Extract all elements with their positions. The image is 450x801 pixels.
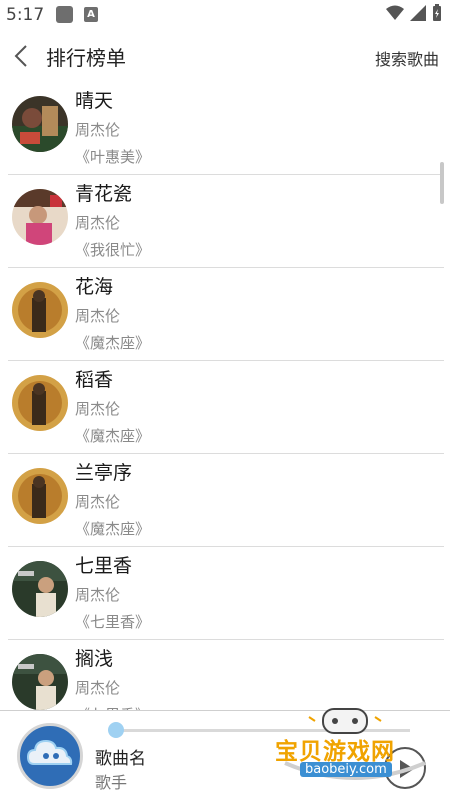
song-list-item[interactable]: 七里香 周杰伦 《七里香》 bbox=[0, 547, 450, 640]
song-artist: 周杰伦 bbox=[75, 121, 121, 139]
back-button[interactable] bbox=[10, 42, 36, 70]
scrollbar[interactable] bbox=[440, 162, 444, 204]
song-list-item[interactable]: 兰亭序 周杰伦 《魔杰座》 bbox=[0, 454, 450, 547]
cloud-music-icon bbox=[26, 739, 73, 765]
song-list-item[interactable]: 青花瓷 周杰伦 《我很忙》 bbox=[0, 175, 450, 268]
song-list-item[interactable]: 晴天 周杰伦 《叶惠美》 bbox=[0, 82, 450, 175]
album-cover bbox=[12, 561, 68, 617]
song-album: 《魔杰座》 bbox=[75, 520, 151, 538]
song-title: 稻香 bbox=[75, 369, 114, 391]
song-album: 《魔杰座》 bbox=[75, 334, 151, 352]
album-cover bbox=[12, 282, 68, 338]
signal-icon bbox=[410, 5, 426, 21]
watermark-text: 宝贝游戏网 bbox=[275, 739, 395, 765]
song-artist: 周杰伦 bbox=[75, 400, 121, 418]
song-list[interactable]: 晴天 周杰伦 《叶惠美》 青花瓷 周杰伦 《我很忙》 花海 周杰伦 《魔杰座》 … bbox=[0, 82, 450, 712]
album-cover bbox=[12, 654, 68, 710]
song-title: 晴天 bbox=[75, 90, 114, 112]
album-cover bbox=[12, 96, 68, 152]
song-album: 《叶惠美》 bbox=[75, 148, 151, 166]
chevron-left-icon bbox=[14, 45, 27, 67]
song-artist: 周杰伦 bbox=[75, 493, 121, 511]
watermark-url: baobeiy.com bbox=[300, 762, 392, 777]
app-bar: 排行榜单 搜索歌曲 bbox=[0, 30, 450, 82]
song-album: 《我很忙》 bbox=[75, 241, 151, 259]
status-icons bbox=[386, 4, 442, 22]
song-artist: 周杰伦 bbox=[75, 307, 121, 325]
song-artist: 周杰伦 bbox=[75, 679, 121, 697]
page-title: 排行榜单 bbox=[46, 46, 126, 70]
wifi-icon bbox=[386, 5, 404, 20]
progress-thumb[interactable] bbox=[108, 722, 124, 738]
status-bar: 5:17 A bbox=[0, 0, 450, 30]
song-artist: 周杰伦 bbox=[75, 586, 121, 604]
status-time: 5:17 bbox=[6, 5, 45, 25]
song-artist: 周杰伦 bbox=[75, 214, 121, 232]
song-list-item[interactable]: 稻香 周杰伦 《魔杰座》 bbox=[0, 361, 450, 454]
song-title: 搁浅 bbox=[75, 648, 114, 670]
song-title: 七里香 bbox=[75, 555, 133, 577]
song-title: 青花瓷 bbox=[75, 183, 133, 205]
song-album: 《七里香》 bbox=[75, 613, 151, 631]
song-title: 兰亭序 bbox=[75, 462, 133, 484]
album-cover bbox=[12, 468, 68, 524]
search-song-button[interactable]: 搜索歌曲 bbox=[375, 46, 439, 70]
album-cover bbox=[12, 375, 68, 431]
song-list-item[interactable]: 搁浅 周杰伦 《七里香》 bbox=[0, 640, 450, 712]
album-cover bbox=[12, 189, 68, 245]
player-artist-name: 歌手 bbox=[95, 773, 128, 792]
battery-icon bbox=[433, 4, 441, 21]
player-song-name: 歌曲名 bbox=[95, 749, 146, 769]
song-list-item[interactable]: 花海 周杰伦 《魔杰座》 bbox=[0, 268, 450, 361]
app-notification-icon: A bbox=[84, 7, 98, 22]
player-cover[interactable] bbox=[17, 723, 83, 789]
song-title: 花海 bbox=[75, 276, 114, 298]
notification-icon bbox=[56, 6, 73, 23]
song-album: 《魔杰座》 bbox=[75, 427, 151, 445]
